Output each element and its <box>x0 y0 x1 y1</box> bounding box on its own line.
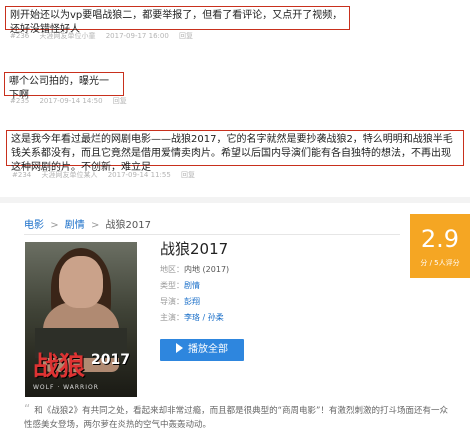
rating-label: 分 / 5人评分 <box>420 259 460 267</box>
movie-description: “和《战狼2》有共同之处，看起来却非常过瘾，而且都是很典型的“商周电影”！有激烈… <box>24 402 454 432</box>
comment-time: 2017-09-17 16:00 <box>105 32 169 40</box>
comment-meta: #234 天涯网友单位某人 2017-09-14 11:55 回复 <box>12 170 203 180</box>
reply-link[interactable]: 回复 <box>113 97 127 105</box>
breadcrumb-separator: > <box>90 220 100 231</box>
breadcrumb-divider <box>24 234 400 235</box>
info-label: 类型： <box>160 281 184 290</box>
info-region: 地区：内地 (2017) <box>160 264 229 275</box>
info-label: 主演： <box>160 313 184 322</box>
info-extra: (2017) <box>202 265 230 274</box>
comment-author[interactable]: 天涯网友单位某人 <box>41 171 97 179</box>
comment-floor: #235 <box>10 97 30 105</box>
comment-item: 这是我今年看过最烂的网剧电影——战狼2017，它的名字就然是要抄袭战狼2，特么明… <box>6 130 464 173</box>
info-cast: 主演：李珞 / 孙柔 <box>160 312 224 323</box>
info-value: 内地 <box>184 265 200 274</box>
comment-floor: #236 <box>10 32 30 40</box>
info-value[interactable]: 李珞 / 孙柔 <box>184 313 224 322</box>
play-all-label: 播放全部 <box>188 344 228 355</box>
info-label: 导演： <box>160 297 184 306</box>
reply-link[interactable]: 回复 <box>179 32 193 40</box>
rating-score: 2.9 <box>420 225 460 253</box>
info-label: 地区： <box>160 265 184 274</box>
play-all-button[interactable]: 播放全部 <box>160 339 244 361</box>
movie-poster[interactable]: 战狼 2017 WOLF · WARRIOR <box>25 242 137 397</box>
comment-section: 刚开始还以为vp要唱战狼二，都要举报了，但看了看评论，又点开了视频，还好没错怪好… <box>0 0 470 195</box>
reply-link[interactable]: 回复 <box>181 171 195 179</box>
comment-author[interactable]: 天涯网友单位小童 <box>39 32 95 40</box>
info-value[interactable]: 剧情 <box>184 281 200 290</box>
comment-time: 2017-09-14 11:55 <box>107 171 171 179</box>
info-value[interactable]: 彭翔 <box>184 297 200 306</box>
poster-caption: WOLF · WARRIOR <box>33 384 99 391</box>
comment-meta: #235 2017-09-14 14:50 回复 <box>10 96 135 106</box>
breadcrumb-separator: > <box>50 220 59 231</box>
breadcrumb-current: 战狼2017 <box>105 220 151 231</box>
breadcrumb: 电影 > 剧情 > 战狼2017 <box>24 216 151 231</box>
comment-time: 2017-09-14 14:50 <box>39 97 103 105</box>
description-text: 和《战狼2》有共同之处，看起来却非常过瘾，而且都是很典型的“商周电影”！有激烈刺… <box>24 406 448 430</box>
info-genre: 类型：剧情 <box>160 280 200 291</box>
poster-figure-face <box>59 256 103 308</box>
poster-title: 战狼 <box>33 352 86 382</box>
info-director: 导演：彭翔 <box>160 296 200 307</box>
rating-box: 2.9 分 / 5人评分 <box>410 214 470 278</box>
quote-icon: “ <box>24 402 31 416</box>
movie-card: 电影 > 剧情 > 战狼2017 战狼 2017 WOLF · WARRIOR … <box>0 204 470 438</box>
comment-item: 哪个公司拍的，曝光一下啊 <box>4 72 124 101</box>
comment-item: 刚开始还以为vp要唱战狼二，都要举报了，但看了看评论，又点开了视频，还好没错怪好… <box>5 6 350 35</box>
movie-title: 战狼2017 <box>160 240 229 258</box>
section-divider <box>0 197 470 203</box>
breadcrumb-root[interactable]: 电影 <box>24 220 44 231</box>
play-icon <box>176 343 183 353</box>
breadcrumb-category[interactable]: 剧情 <box>65 220 85 231</box>
comment-meta: #236 天涯网友单位小童 2017-09-17 16:00 回复 <box>10 31 201 41</box>
poster-year: 2017 <box>91 352 130 368</box>
comment-floor: #234 <box>12 171 32 179</box>
